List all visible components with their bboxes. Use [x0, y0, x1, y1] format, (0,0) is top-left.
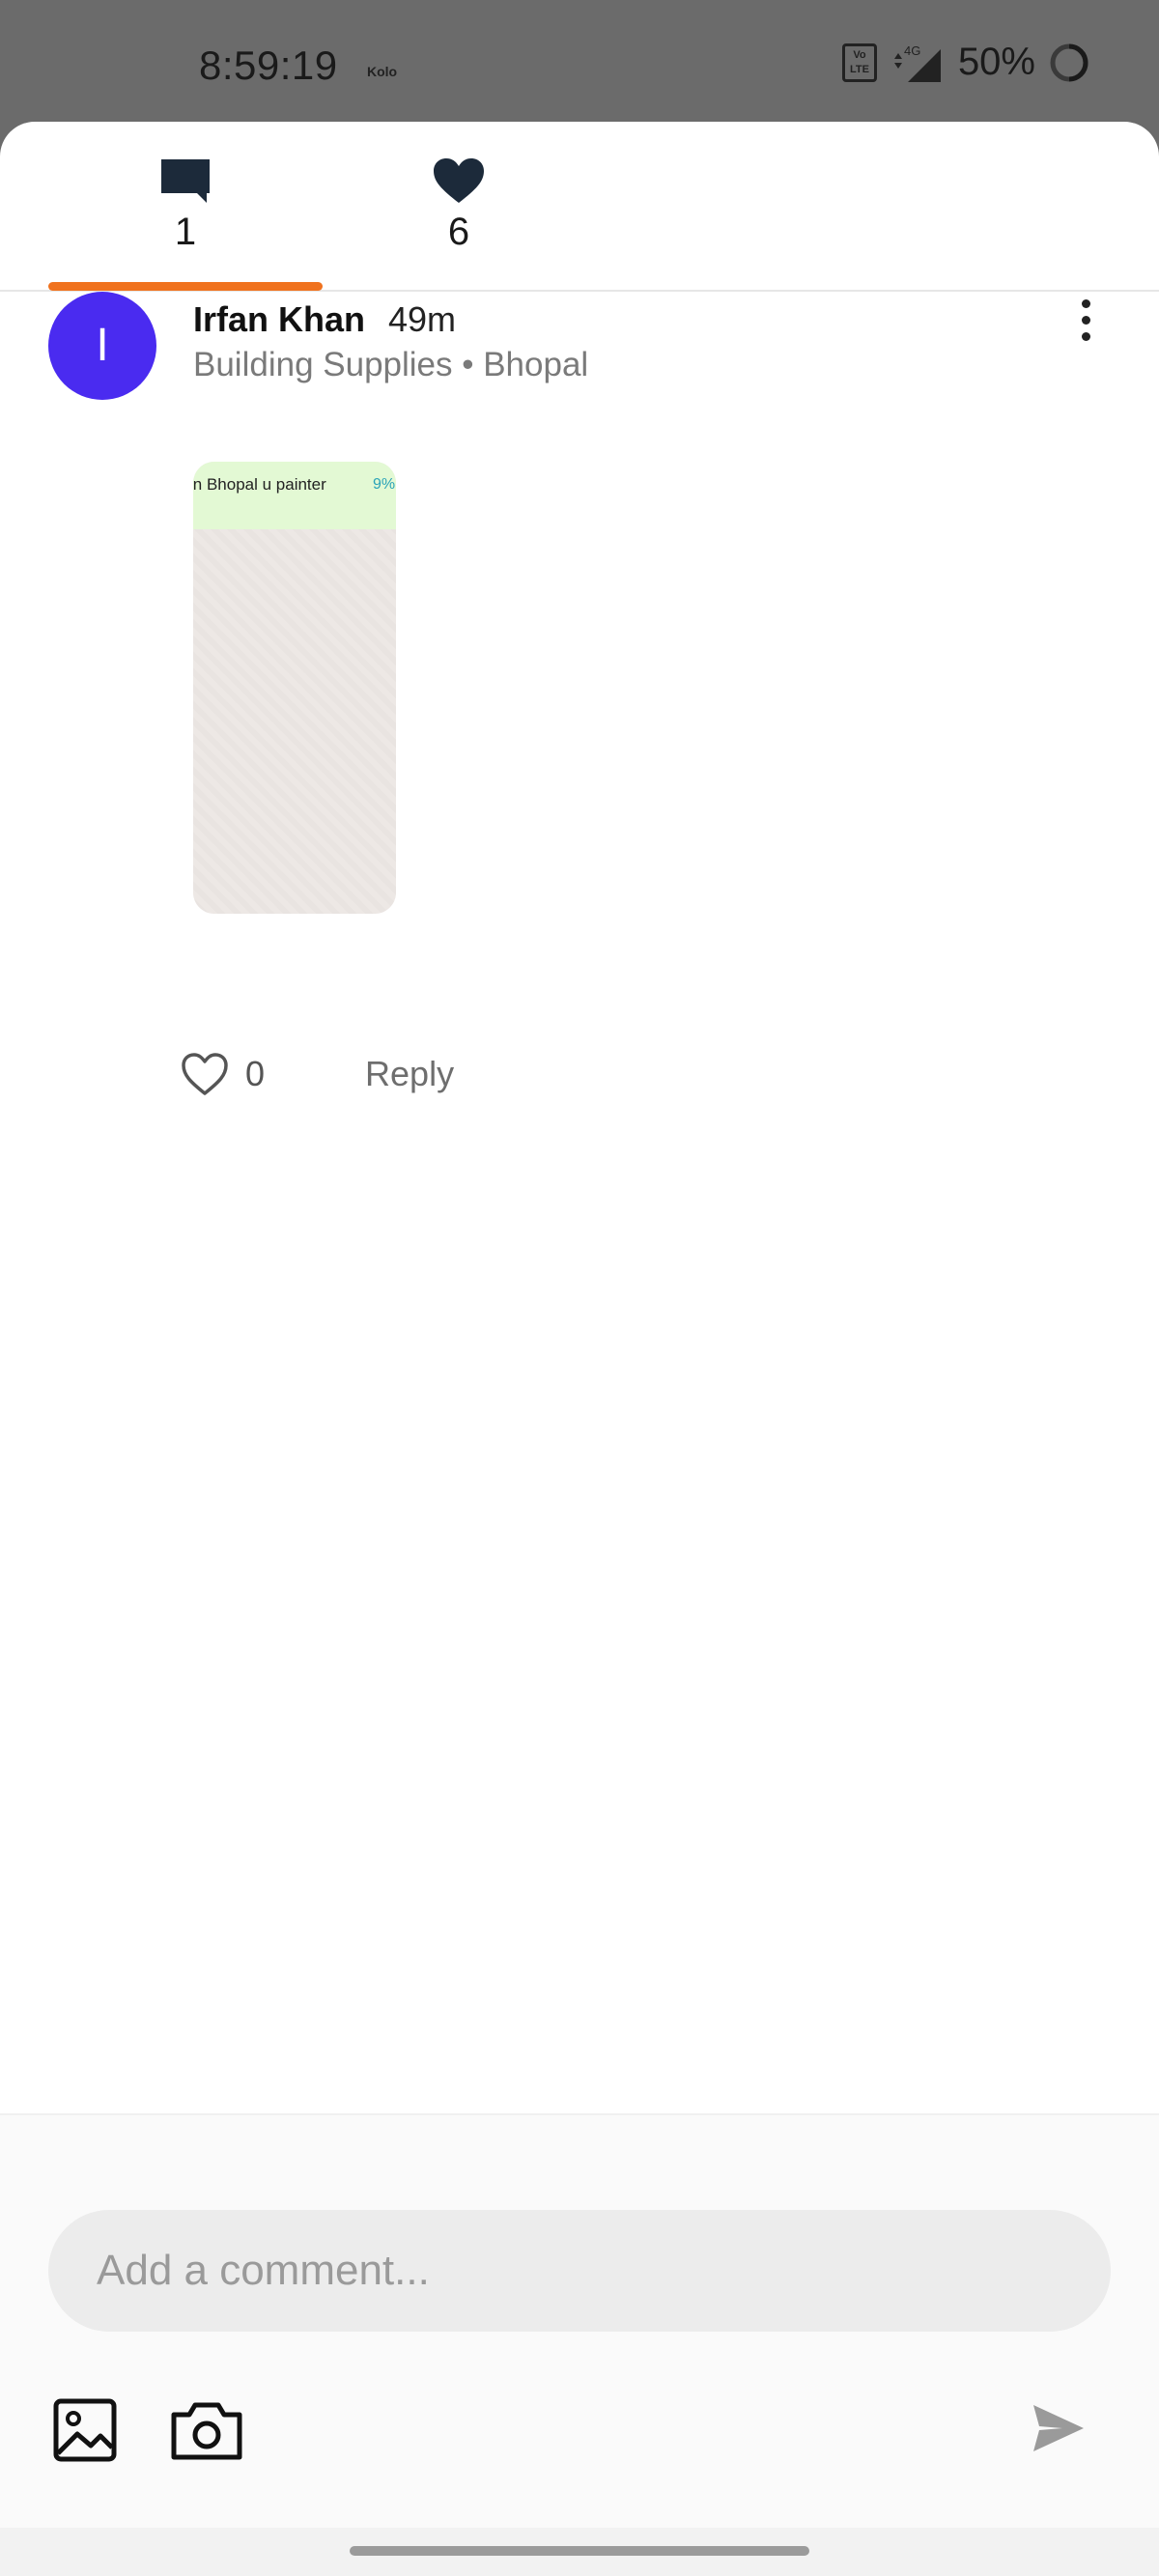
like-count: 0: [245, 1054, 266, 1093]
image-icon[interactable]: [52, 2397, 118, 2463]
tab-comments[interactable]: 1: [127, 156, 243, 254]
more-dot-icon: [1081, 299, 1090, 308]
attachment-banner: in Bhopal u painter 9%: [193, 462, 396, 529]
more-options-button[interactable]: [1066, 296, 1105, 354]
svg-text:4G: 4G: [904, 43, 920, 58]
status-indicators: Vo LTE 4G 50%: [841, 41, 1089, 84]
tab-bar: 1 6: [0, 122, 1159, 292]
reply-button[interactable]: Reply: [365, 1054, 454, 1094]
battery-percent: 50%: [957, 41, 1035, 83]
heart-icon: [434, 158, 484, 203]
attachment-number: 9%: [373, 476, 396, 493]
send-icon[interactable]: [1030, 2401, 1088, 2455]
avatar[interactable]: I: [48, 292, 156, 400]
battery-icon: [1050, 43, 1088, 81]
comment-actions: 0 Reply: [180, 1051, 454, 1097]
comments-sheet: 1 6 I Irfan Khan 49m Building Supplies •…: [0, 122, 1159, 2576]
attachment-text: in Bhopal u painter: [193, 475, 326, 494]
home-indicator[interactable]: [350, 2546, 809, 2556]
comment-attachment-image[interactable]: in Bhopal u painter 9%: [193, 462, 396, 914]
status-time: 8:59:19: [199, 42, 338, 88]
comment-composer: [0, 2113, 1159, 2576]
camera-icon[interactable]: [168, 2397, 245, 2463]
more-dot-icon: [1081, 316, 1090, 325]
comment-header: Irfan Khan 49m: [193, 299, 456, 340]
like-heart-icon[interactable]: [180, 1051, 230, 1097]
comment-subtitle: Building Supplies • Bhopal: [193, 346, 589, 383]
comments-count: 1: [174, 211, 197, 253]
comment-time: 49m: [388, 299, 457, 339]
navigation-bar: [0, 2528, 1159, 2576]
carrier-label: Kolo: [367, 64, 398, 79]
active-tab-indicator: [48, 282, 323, 291]
signal-icon: 4G: [893, 43, 941, 82]
comment-icon: [161, 159, 210, 203]
tab-likes[interactable]: 6: [401, 156, 517, 254]
comment-input[interactable]: [48, 2210, 1111, 2332]
volte-icon: Vo LTE: [841, 42, 877, 82]
comment-author[interactable]: Irfan Khan: [193, 299, 365, 340]
likes-count: 6: [447, 211, 470, 253]
more-dot-icon: [1081, 332, 1090, 341]
status-bar: 8:59:19 Kolo Vo LTE 4G 50%: [0, 0, 1159, 122]
attachment-body: [193, 529, 396, 914]
